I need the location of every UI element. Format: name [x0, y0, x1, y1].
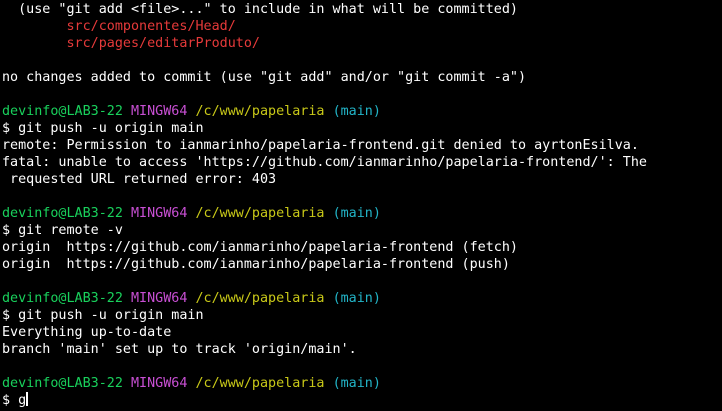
output-line: origin https://github.com/ianmarinho/pap…	[2, 240, 518, 255]
command-line: $ git push -u origin main	[0, 307, 722, 324]
text-cursor	[26, 392, 29, 406]
prompt-path: /c/www/papelaria	[195, 376, 325, 391]
prompt-symbol: $	[2, 223, 11, 238]
prompt-path: /c/www/papelaria	[195, 291, 325, 306]
prompt-env: MINGW64	[131, 376, 188, 391]
prompt-user-host: devinfo@LAB3-22	[2, 376, 123, 391]
prompt-symbol: $	[2, 121, 11, 136]
prompt-user-host: devinfo@LAB3-22	[2, 104, 123, 119]
prompt-user-host: devinfo@LAB3-22	[2, 291, 123, 306]
prompt-path: /c/www/papelaria	[195, 206, 325, 221]
terminal-window[interactable]: (use "git add <file>..." to include in w…	[0, 0, 722, 411]
prompt-env: MINGW64	[131, 104, 188, 119]
command-line: $ git push -u origin main	[0, 120, 722, 137]
prompt-symbol: $	[2, 393, 11, 408]
prompt-line: devinfo@LAB3-22 MINGW64 /c/www/papelaria…	[0, 205, 722, 222]
prompt-branch: (main)	[332, 206, 381, 221]
command-text: git remote -v	[18, 223, 123, 238]
command-input[interactable]: g	[18, 393, 26, 408]
output-line: remote: Permission to ianmarinho/papelar…	[2, 138, 639, 153]
prompt-line: devinfo@LAB3-22 MINGW64 /c/www/papelaria…	[0, 103, 722, 120]
prompt-env: MINGW64	[131, 206, 188, 221]
untracked-file: src/pages/editarProduto/	[2, 36, 260, 51]
hint-line: (use "git add <file>..." to include in w…	[2, 2, 518, 17]
prompt-user-host: devinfo@LAB3-22	[2, 206, 123, 221]
command-text: git push -u origin main	[18, 121, 204, 136]
prompt-symbol: $	[2, 308, 11, 323]
no-changes-line: no changes added to commit (use "git add…	[2, 70, 527, 85]
prompt-env: MINGW64	[131, 291, 188, 306]
prompt-branch: (main)	[332, 291, 381, 306]
prompt-path: /c/www/papelaria	[195, 104, 325, 119]
output-line: fatal: unable to access 'https://github.…	[2, 155, 647, 170]
output-line: requested URL returned error: 403	[2, 172, 277, 187]
prompt-line: devinfo@LAB3-22 MINGW64 /c/www/papelaria…	[0, 375, 722, 392]
output-line: Everything up-to-date	[2, 325, 172, 340]
command-line: $ git remote -v	[0, 222, 722, 239]
command-text: git push -u origin main	[18, 308, 204, 323]
prompt-branch: (main)	[332, 104, 381, 119]
prompt-branch: (main)	[332, 376, 381, 391]
untracked-file: src/componentes/Head/	[2, 19, 236, 34]
output-line: branch 'main' set up to track 'origin/ma…	[2, 342, 357, 357]
output-line: origin https://github.com/ianmarinho/pap…	[2, 257, 510, 272]
active-command-line[interactable]: $ g	[0, 392, 722, 409]
prompt-line: devinfo@LAB3-22 MINGW64 /c/www/papelaria…	[0, 290, 722, 307]
